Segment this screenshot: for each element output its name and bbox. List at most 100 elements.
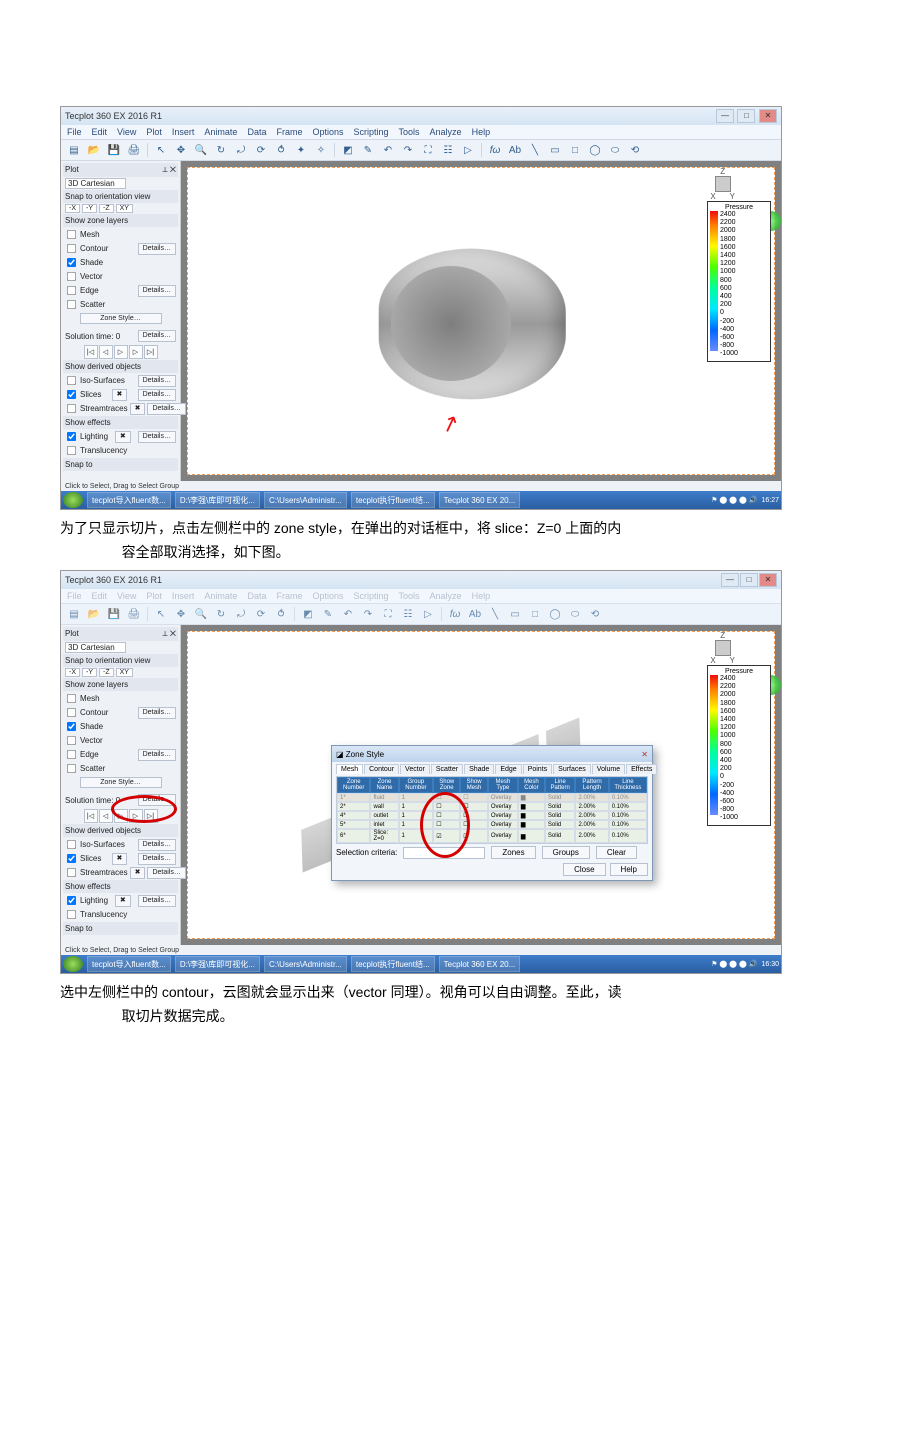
redo-icon[interactable]: ↷ <box>399 141 417 159</box>
canvas-area[interactable]: Z XY Pressure 240022002000 180016001400 … <box>181 161 781 481</box>
orient-xy[interactable]: XY <box>116 204 133 213</box>
menu-plot[interactable]: Plot <box>146 127 162 137</box>
text-icon[interactable]: Ab <box>506 141 524 159</box>
maximize-button[interactable]: □ <box>737 109 755 123</box>
spin-icon[interactable]: ⤾ <box>232 605 250 623</box>
tab-vector[interactable]: Vector <box>400 764 430 774</box>
zoom-icon[interactable]: 🔍 <box>192 605 210 623</box>
zone-style-button-2[interactable]: Zone Style… <box>80 777 162 788</box>
refresh-icon[interactable]: ⟲ <box>586 605 604 623</box>
adjust-icon[interactable]: ✥ <box>172 141 190 159</box>
iso-checkbox[interactable] <box>67 376 76 385</box>
menu-edit[interactable]: Edit <box>92 127 108 137</box>
fit-icon[interactable]: ⛶ <box>419 141 437 159</box>
maximize-button-2[interactable]: □ <box>740 573 758 587</box>
play-frame-icon[interactable]: ▷ <box>114 345 128 359</box>
light-details[interactable]: Details… <box>138 431 176 443</box>
open-icon[interactable]: 📂 <box>85 605 103 623</box>
tool-b-icon[interactable]: ✧ <box>312 141 330 159</box>
stream-checkbox[interactable] <box>67 404 76 413</box>
minimize-button-2[interactable]: — <box>721 573 739 587</box>
groups-button[interactable]: Groups <box>542 846 590 859</box>
new-icon[interactable]: ▤ <box>65 141 83 159</box>
ellipse-icon[interactable]: ⬭ <box>606 141 624 159</box>
square-icon[interactable]: □ <box>526 605 544 623</box>
redo-icon[interactable]: ↷ <box>359 605 377 623</box>
twist-icon[interactable]: ⟳ <box>252 141 270 159</box>
ellipse-icon[interactable]: ⬭ <box>566 605 584 623</box>
slices-x[interactable]: ✖ <box>112 389 128 401</box>
open-icon[interactable]: 📂 <box>85 141 103 159</box>
task-item-2[interactable]: D:\李强\库即可视化... <box>175 492 260 508</box>
tab-edge[interactable]: Edge <box>495 764 521 774</box>
probe-icon[interactable]: ✎ <box>359 141 377 159</box>
panel-close-icon[interactable]: ⟂ ✕ <box>162 629 176 639</box>
refresh-icon[interactable]: ⟲ <box>626 141 644 159</box>
menu-options[interactable]: Options <box>312 127 343 137</box>
rect-icon[interactable]: ▭ <box>506 605 524 623</box>
tab-shade[interactable]: Shade <box>464 764 494 774</box>
mesh-checkbox[interactable] <box>67 230 76 239</box>
close-dialog-button[interactable]: Close <box>563 863 605 876</box>
help-button[interactable]: Help <box>610 863 648 876</box>
square-icon[interactable]: □ <box>566 141 584 159</box>
slices-details[interactable]: Details… <box>138 389 176 401</box>
slice-icon[interactable]: ◩ <box>339 141 357 159</box>
menu-animate[interactable]: Animate <box>204 127 237 137</box>
zone-style-table[interactable]: Zone NumberZone NameGroup NumberShow Zon… <box>336 776 648 844</box>
grid-icon[interactable]: ☷ <box>399 605 417 623</box>
tool-a-icon[interactable]: ✦ <box>292 141 310 159</box>
pointer-icon[interactable]: ↖ <box>152 605 170 623</box>
roll-icon[interactable]: ⥀ <box>272 141 290 159</box>
slice-icon[interactable]: ◩ <box>299 605 317 623</box>
new-icon[interactable]: ▤ <box>65 605 83 623</box>
start-button-2[interactable] <box>63 956 83 972</box>
save-icon[interactable]: 💾 <box>105 141 123 159</box>
tab-points[interactable]: Points <box>523 764 552 774</box>
edge-details[interactable]: Details… <box>138 285 176 297</box>
first-frame-icon[interactable]: |◁ <box>84 345 98 359</box>
close-button-2[interactable]: ✕ <box>759 573 777 587</box>
stream-x[interactable]: ✖ <box>130 403 146 415</box>
dialog-close-icon[interactable]: ✕ <box>641 750 648 759</box>
next-frame-icon[interactable]: ▷ <box>129 345 143 359</box>
adjust-icon[interactable]: ✥ <box>172 605 190 623</box>
time-details[interactable]: Details… <box>138 330 176 342</box>
play-icon[interactable]: ▷ <box>419 605 437 623</box>
pointer-icon[interactable]: ↖ <box>152 141 170 159</box>
tab-mesh[interactable]: Mesh <box>336 764 363 774</box>
minimize-button[interactable]: — <box>716 109 734 123</box>
iso-details[interactable]: Details… <box>138 375 176 387</box>
slices-checkbox[interactable] <box>67 390 76 399</box>
orient-x[interactable]: -X <box>65 204 80 213</box>
menu-data[interactable]: Data <box>247 127 266 137</box>
zones-button[interactable]: Zones <box>491 846 535 859</box>
line-icon[interactable]: ╲ <box>486 605 504 623</box>
circle-icon[interactable]: ◯ <box>546 605 564 623</box>
menu-view[interactable]: View <box>117 127 136 137</box>
circle-icon[interactable]: ◯ <box>586 141 604 159</box>
menu-help[interactable]: Help <box>472 127 491 137</box>
fit-icon[interactable]: ⛶ <box>379 605 397 623</box>
menu-analyze[interactable]: Analyze <box>430 127 462 137</box>
translucency-checkbox[interactable] <box>67 446 76 455</box>
print-icon[interactable]: 🖨 <box>125 141 143 159</box>
light-x[interactable]: ✖ <box>115 431 131 443</box>
tab-effects[interactable]: Effects <box>626 764 657 774</box>
save-icon[interactable]: 💾 <box>105 605 123 623</box>
rotate-icon[interactable]: ↻ <box>212 605 230 623</box>
contour-details[interactable]: Details… <box>138 243 176 255</box>
menu-tools[interactable]: Tools <box>399 127 420 137</box>
rotate-icon[interactable]: ↻ <box>212 141 230 159</box>
menu-frame[interactable]: Frame <box>276 127 302 137</box>
orient-y[interactable]: -Y <box>82 204 97 213</box>
line-icon[interactable]: ╲ <box>526 141 544 159</box>
tab-volume[interactable]: Volume <box>592 764 625 774</box>
spin-icon[interactable]: ⤾ <box>232 141 250 159</box>
start-button[interactable] <box>63 492 83 508</box>
tab-scatter[interactable]: Scatter <box>431 764 463 774</box>
twist-icon[interactable]: ⟳ <box>252 605 270 623</box>
canvas-area-2[interactable]: Z XY Pressure 240022002000 180016001400 … <box>181 625 781 945</box>
orient-z[interactable]: -Z <box>99 204 114 213</box>
tab-contour[interactable]: Contour <box>364 764 399 774</box>
